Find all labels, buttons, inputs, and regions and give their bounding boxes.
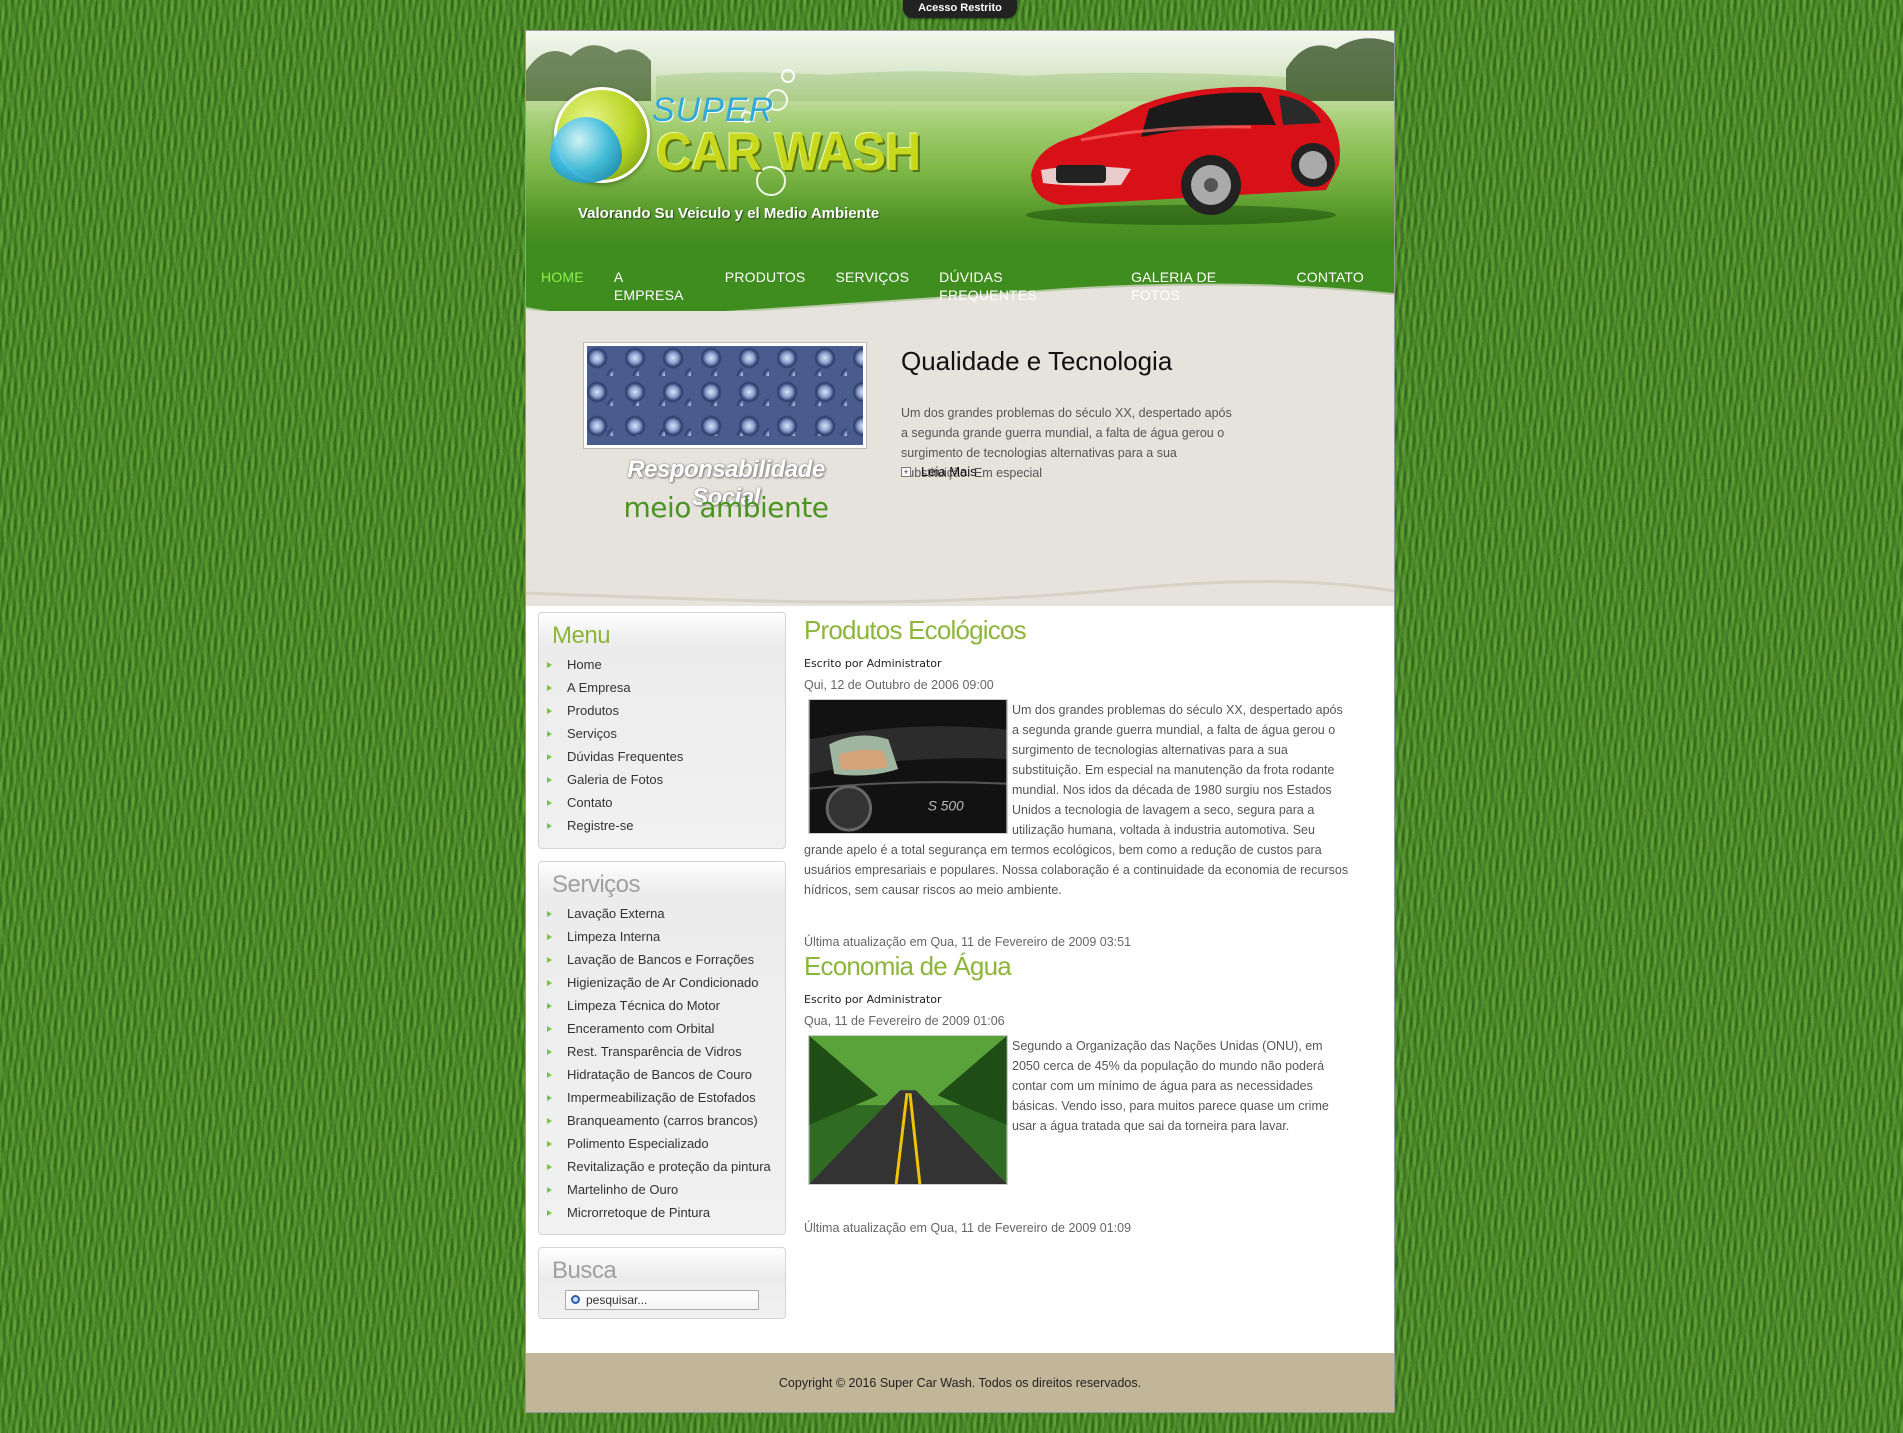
menu-item-duvidas-frequentes[interactable]: Dúvidas Frequentes <box>539 745 785 768</box>
menu-title: Menu <box>552 622 611 649</box>
servico-item[interactable]: Hidratação de Bancos de Couro <box>539 1063 785 1086</box>
menu-item-galeria-de-fotos[interactable]: Galeria de Fotos <box>539 768 785 791</box>
nav-home[interactable]: HOME <box>541 269 584 285</box>
busca-module: Busca pesquisar... <box>538 1247 786 1319</box>
restricted-access-link[interactable]: Acesso Restrito <box>903 0 1017 18</box>
servico-item[interactable]: Polimento Especializado <box>539 1132 785 1155</box>
article-title[interactable]: Produtos Ecológicos <box>804 615 1027 646</box>
servicos-title: Serviços <box>552 871 641 898</box>
logo-car-wash-text: CAR WASH <box>656 122 921 182</box>
image-float-spacer <box>804 1036 1012 1172</box>
article-body: Um dos grandes problemas do século XX, d… <box>804 700 1349 900</box>
menu-item-registre-se[interactable]: Registre-se <box>539 814 785 837</box>
nav-a-empresa[interactable]: A EMPRESA <box>614 269 684 303</box>
site-tagline: Valorando Su Veiculo y el Medio Ambiente <box>578 205 880 222</box>
servico-item[interactable]: Limpeza Técnica do Motor <box>539 994 785 1017</box>
article-date: Qui, 12 de Outubro de 2006 09:00 <box>804 678 994 692</box>
read-more-link[interactable]: + Leia Mais <box>901 464 977 479</box>
article-date: Qua, 11 de Fevereiro de 2009 01:06 <box>804 1014 1005 1028</box>
plus-icon: + <box>901 466 911 477</box>
servico-item[interactable]: Branqueamento (carros brancos) <box>539 1109 785 1132</box>
article-text: Segundo a Organização das Nações Unidas … <box>1012 1039 1329 1133</box>
search-input[interactable]: pesquisar... <box>565 1290 759 1310</box>
servico-item[interactable]: Lavação Externa <box>539 902 785 925</box>
article-body: Segundo a Organização das Nações Unidas … <box>804 1036 1349 1172</box>
servico-item[interactable]: Impermeabilização de Estofados <box>539 1086 785 1109</box>
servico-item[interactable]: Lavação de Bancos e Forrações <box>539 948 785 971</box>
red-sports-car-image <box>1026 86 1340 225</box>
site-header: SUPER CAR WASH Valorando Su Veiculo y el… <box>526 31 1394 246</box>
article-author: Escrito por Administrator <box>804 657 942 670</box>
servico-item[interactable]: Enceramento com Orbital <box>539 1017 785 1040</box>
copyright-text: Copyright © 2016 Super Car Wash. Todos o… <box>778 1376 1142 1390</box>
article-title[interactable]: Economia de Água <box>804 951 1012 982</box>
menu-item-servicos[interactable]: Serviços <box>539 722 785 745</box>
menu-item-produtos[interactable]: Produtos <box>539 699 785 722</box>
servico-item[interactable]: Higienização de Ar Condicionado <box>539 971 785 994</box>
nav-produtos[interactable]: PRODUTOS <box>725 269 806 285</box>
menu-item-home[interactable]: Home <box>539 653 785 676</box>
meio-ambiente-caption: meio ambiente <box>623 491 829 524</box>
bubble-icon <box>781 69 795 83</box>
feature-title: Qualidade e Tecnologia <box>901 346 1173 376</box>
read-more-label: Leia Mais <box>921 464 977 479</box>
menu-item-a-empresa[interactable]: A Empresa <box>539 676 785 699</box>
nav-galeria-de-fotos[interactable]: GALERIA DE FOTOS <box>1131 269 1216 303</box>
servicos-module: Serviços Lavação Externa Limpeza Interna… <box>538 861 786 1235</box>
busca-title: Busca <box>552 1257 617 1284</box>
servico-item[interactable]: Revitalização e proteção da pintura <box>539 1155 785 1178</box>
water-drops-image <box>584 343 866 448</box>
nav-duvidas-frequentes[interactable]: DÚVIDAS FREQUENTES <box>939 269 1037 303</box>
nav-contato[interactable]: CONTATO <box>1296 269 1364 285</box>
servico-item[interactable]: Microrretoque de Pintura <box>539 1201 785 1224</box>
article-updated: Última atualização em Qua, 11 de Feverei… <box>804 1221 1132 1235</box>
menu-item-contato[interactable]: Contato <box>539 791 785 814</box>
page-container: SUPER CAR WASH Valorando Su Veiculo y el… <box>525 30 1395 1413</box>
image-float-spacer <box>804 700 1012 836</box>
nav-servicos[interactable]: SERVIÇOS <box>835 269 909 285</box>
site-footer: Copyright © 2016 Super Car Wash. Todos o… <box>526 1353 1394 1412</box>
article-author: Escrito por Administrator <box>804 993 942 1006</box>
menu-module: Menu Home A Empresa Produtos Serviços Dú… <box>538 612 786 849</box>
servico-item[interactable]: Rest. Transparência de Vidros <box>539 1040 785 1063</box>
search-placeholder: pesquisar... <box>586 1293 648 1307</box>
servico-item[interactable]: Limpeza Interna <box>539 925 785 948</box>
search-icon <box>571 1295 580 1304</box>
servico-item[interactable]: Martelinho de Ouro <box>539 1178 785 1201</box>
article-updated: Última atualização em Qua, 11 de Feverei… <box>804 935 1132 949</box>
